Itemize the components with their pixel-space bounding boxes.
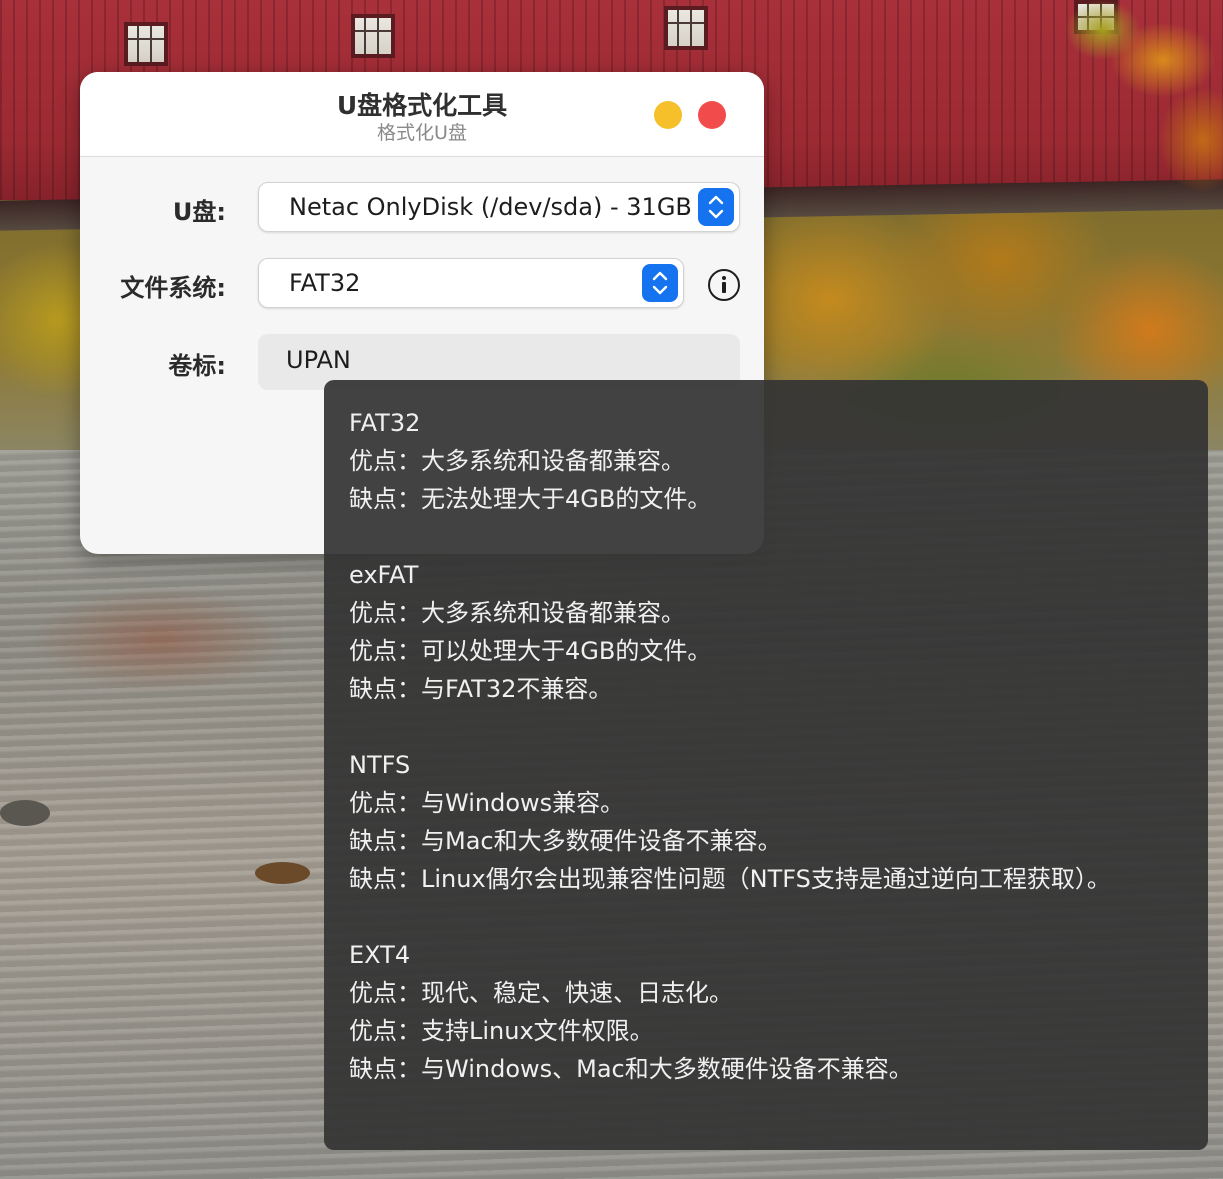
chevron-up-down-icon: [698, 188, 734, 226]
info-icon[interactable]: [708, 269, 740, 301]
fs-line: 优点：现代、稳定、快速、日志化。: [349, 979, 733, 1007]
fs-line: 缺点：与Mac和大多数硬件设备不兼容。: [349, 827, 782, 855]
river-rock: [0, 800, 50, 826]
water-reflection: [0, 560, 330, 720]
filesystem-label: 文件系统:: [120, 274, 226, 302]
fs-line: 缺点：与FAT32不兼容。: [349, 675, 613, 703]
fs-line: 优点：支持Linux文件权限。: [349, 1017, 654, 1045]
fs-line: 缺点：Linux偶尔会出现兼容性问题（NTFS支持是通过逆向工程获取）。: [349, 865, 1111, 893]
minimize-button[interactable]: [654, 101, 682, 129]
fs-info-ntfs: NTFS 优点：与Windows兼容。 缺点：与Mac和大多数硬件设备不兼容。 …: [349, 746, 1208, 898]
autumn-leaves: [1043, 0, 1223, 210]
filesystem-select-value: FAT32: [289, 269, 361, 297]
volume-label: 卷标:: [168, 352, 226, 380]
filesystem-info-tooltip: FAT32 优点：大多系统和设备都兼容。 缺点：无法处理大于4GB的文件。 ex…: [324, 380, 1208, 1150]
fs-line: 优点：与Windows兼容。: [349, 789, 625, 817]
device-label: U盘:: [172, 198, 226, 226]
fs-name: NTFS: [349, 751, 411, 779]
fs-info-exfat: exFAT 优点：大多系统和设备都兼容。 优点：可以处理大于4GB的文件。 缺点…: [349, 556, 1208, 708]
device-select-value: Netac OnlyDisk (/dev/sda) - 31GB: [289, 193, 692, 221]
fs-line: 缺点：与Windows、Mac和大多数硬件设备不兼容。: [349, 1055, 913, 1083]
filesystem-select[interactable]: FAT32: [258, 258, 684, 308]
fs-name: exFAT: [349, 561, 419, 589]
title-bar[interactable]: U盘格式化工具 格式化U盘: [80, 72, 764, 157]
bridge-window: [351, 14, 395, 58]
bridge-window: [124, 22, 168, 66]
fs-name: FAT32: [349, 409, 421, 437]
fs-line: 缺点：无法处理大于4GB的文件。: [349, 485, 712, 513]
river-rock: [255, 862, 310, 884]
fs-info-fat32: FAT32 优点：大多系统和设备都兼容。 缺点：无法处理大于4GB的文件。: [349, 404, 1208, 518]
fs-name: EXT4: [349, 941, 411, 969]
device-select[interactable]: Netac OnlyDisk (/dev/sda) - 31GB: [258, 182, 740, 232]
fs-line: 优点：大多系统和设备都兼容。: [349, 447, 685, 475]
fs-info-ext4: EXT4 优点：现代、稳定、快速、日志化。 优点：支持Linux文件权限。 缺点…: [349, 936, 1208, 1088]
fs-line: 优点：大多系统和设备都兼容。: [349, 599, 685, 627]
bridge-window: [664, 6, 708, 50]
fs-line: 优点：可以处理大于4GB的文件。: [349, 637, 712, 665]
close-button[interactable]: [698, 101, 726, 129]
chevron-up-down-icon: [642, 264, 678, 302]
